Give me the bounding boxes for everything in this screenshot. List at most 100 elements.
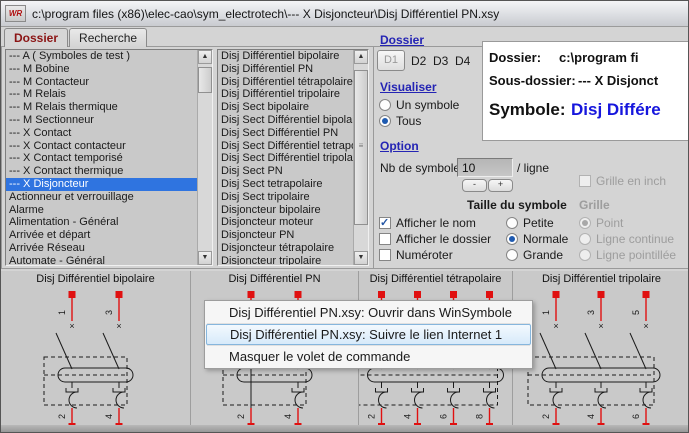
visualiser-option[interactable]: Tous xyxy=(379,113,459,129)
context-menu-item[interactable]: Disj Différentiel PN.xsy: Ouvrir dans Wi… xyxy=(206,302,531,323)
preview-cell-label: Disj Différentiel bipolaire xyxy=(1,273,190,285)
folder-list-item[interactable]: --- X Contact temporisé xyxy=(6,152,197,165)
dossier-button-d1[interactable]: D1 xyxy=(377,50,405,71)
info-dossier-value: c:\program fi xyxy=(559,50,638,65)
symbol-list-item[interactable]: Disj Différentiel tétrapolaire xyxy=(218,76,353,89)
tab-recherche[interactable]: Recherche xyxy=(69,28,147,47)
symbol-list-item[interactable]: Disj Sect tetrapolaire xyxy=(218,178,353,191)
folder-list-item[interactable]: Arrivée et départ xyxy=(6,229,197,242)
info-panel: Dossier: c:\program fi Sous-dossier: ---… xyxy=(482,41,689,141)
symbols-scrollbar[interactable]: ▲ ≡ ▼ xyxy=(353,50,368,265)
radio-icon[interactable] xyxy=(506,249,518,261)
symbol-list-item[interactable]: Disj Sect PN xyxy=(218,165,353,178)
tab-dossier[interactable]: Dossier xyxy=(4,28,68,47)
folder-list-item[interactable]: Actionneur et verrouillage xyxy=(6,191,197,204)
symbol-list-item[interactable]: Disjoncteur tétrapolaire xyxy=(218,242,353,255)
symbol-list-item[interactable]: Disj Sect Différentiel PN xyxy=(218,127,353,140)
folder-list-item[interactable]: Arrivée Réseau xyxy=(6,242,197,255)
dossier-button-d2[interactable]: D2 xyxy=(411,54,426,68)
scroll-down-icon[interactable]: ▼ xyxy=(354,251,368,265)
symbol-list-item[interactable]: Disj Différentiel tripolaire xyxy=(218,88,353,101)
window-title: c:\program files (x86)\elec-cao\sym_elec… xyxy=(32,7,499,21)
decrement-button[interactable]: - xyxy=(462,179,487,192)
folder-list-item[interactable]: --- M Contacteur xyxy=(6,76,197,89)
folders-scrollbar[interactable]: ▲ ▼ xyxy=(197,50,212,265)
symbol-list-item[interactable]: Disj Différentiel bipolaire xyxy=(218,50,353,63)
svg-text:1: 1 xyxy=(541,310,551,315)
symbol-list-item[interactable]: Disjoncteur moteur xyxy=(218,216,353,229)
folder-list-item[interactable]: --- A ( Symboles de test ) xyxy=(6,50,197,63)
folder-list-item[interactable]: --- X Contact thermique xyxy=(6,165,197,178)
symbol-list-item[interactable]: Disj Sect tripolaire xyxy=(218,191,353,204)
dossier-button-d4[interactable]: D4 xyxy=(455,54,470,68)
display-option-label: Numéroter xyxy=(396,248,453,262)
symbols-scroll-track[interactable]: ≡ xyxy=(354,64,368,251)
checkbox-icon[interactable] xyxy=(379,249,391,261)
option-link[interactable]: Option xyxy=(380,139,419,153)
folders-scroll-track[interactable] xyxy=(198,64,212,251)
breaker-symbol-drawing[interactable]: 1×23×45×6 xyxy=(513,287,689,432)
taille-option[interactable]: Grande xyxy=(506,247,568,263)
folder-list-item[interactable]: Automate - Général xyxy=(6,255,197,265)
checkbox-icon xyxy=(579,175,591,187)
radio-icon xyxy=(579,217,591,229)
radio-icon[interactable] xyxy=(506,217,518,229)
folder-list-item[interactable]: Alimentation - Général xyxy=(6,216,197,229)
symbol-list-item[interactable]: Disj Sect bipolaire xyxy=(218,101,353,114)
symbol-list-item[interactable]: Disj Différentiel PN xyxy=(218,63,353,76)
folder-list-item[interactable]: --- M Relais thermique xyxy=(6,101,197,114)
context-menu-item[interactable]: Disj Différentiel PN.xsy: Suivre le lien… xyxy=(206,324,531,345)
symbols-list: Disj Différentiel bipolaireDisj Différen… xyxy=(217,49,369,266)
dossier-link[interactable]: Dossier xyxy=(380,33,424,47)
scroll-down-icon[interactable]: ▼ xyxy=(198,251,212,265)
preview-cell[interactable]: Disj Différentiel tripolaire1×23×45×6 xyxy=(513,271,689,433)
symbol-list-item[interactable]: Disjoncteur PN xyxy=(218,229,353,242)
folder-list-item[interactable]: --- M Bobine xyxy=(6,63,197,76)
folder-list-item[interactable]: Alarme xyxy=(6,204,197,217)
preview-cell[interactable]: Disj Différentiel bipolaire1×23×4 xyxy=(1,271,191,433)
visualiser-option[interactable]: Un symbole xyxy=(379,97,459,113)
display-option[interactable]: Afficher le dossier xyxy=(379,231,491,247)
folder-list-item[interactable]: --- M Relais xyxy=(6,88,197,101)
radio-icon[interactable] xyxy=(379,99,391,111)
info-sous-dossier-label: Sous-dossier: xyxy=(489,73,576,88)
nb-symbole-input[interactable] xyxy=(457,158,513,177)
increment-button[interactable]: + xyxy=(488,179,513,192)
context-menu-item[interactable]: Masquer le volet de commande xyxy=(206,346,531,367)
symbol-list-item[interactable]: Disj Sect Différentiel tripolaire xyxy=(218,152,353,165)
dossier-button-d3[interactable]: D3 xyxy=(433,54,448,68)
symbol-list-item[interactable]: Disj Sect Différentiel tetrapolaire xyxy=(218,140,353,153)
folder-list-item[interactable]: --- M Sectionneur xyxy=(6,114,197,127)
folder-list-item[interactable]: --- X Disjoncteur xyxy=(6,178,197,191)
taille-option[interactable]: Normale xyxy=(506,231,568,247)
folder-list-item[interactable]: --- X Contact contacteur xyxy=(6,140,197,153)
symbol-list-item[interactable]: Disjoncteur bipolaire xyxy=(218,204,353,217)
taille-option-label: Normale xyxy=(523,232,568,246)
svg-text:3: 3 xyxy=(104,310,114,315)
svg-text:2: 2 xyxy=(236,414,246,419)
svg-text:4: 4 xyxy=(403,414,413,419)
svg-text:2: 2 xyxy=(57,414,67,419)
display-option[interactable]: Numéroter xyxy=(379,247,491,263)
radio-icon[interactable] xyxy=(506,233,518,245)
checkbox-icon[interactable] xyxy=(379,217,391,229)
svg-text:8: 8 xyxy=(475,414,485,419)
visualiser-option-label: Un symbole xyxy=(396,98,459,112)
symbol-list-item[interactable]: Disjoncteur tripolaire xyxy=(218,255,353,265)
breaker-symbol-drawing[interactable]: 1×23×4 xyxy=(1,287,190,432)
display-option[interactable]: Afficher le nom xyxy=(379,215,491,231)
grille-option: Point xyxy=(579,215,676,231)
taille-option[interactable]: Petite xyxy=(506,215,568,231)
visualiser-link[interactable]: Visualiser xyxy=(380,80,436,94)
scroll-up-icon[interactable]: ▲ xyxy=(354,50,368,64)
symbols-scroll-thumb[interactable]: ≡ xyxy=(354,70,368,225)
svg-text:×: × xyxy=(69,321,74,331)
scroll-up-icon[interactable]: ▲ xyxy=(198,50,212,64)
folder-list-item[interactable]: --- X Contact xyxy=(6,127,197,140)
info-symbole-label: Symbole: xyxy=(489,100,566,120)
symbol-list-item[interactable]: Disj Sect Différentiel bipolaire xyxy=(218,114,353,127)
folders-scroll-thumb[interactable] xyxy=(198,67,212,93)
checkbox-icon[interactable] xyxy=(379,233,391,245)
folders-list: --- A ( Symboles de test )--- M Bobine--… xyxy=(5,49,213,266)
radio-icon[interactable] xyxy=(379,115,391,127)
